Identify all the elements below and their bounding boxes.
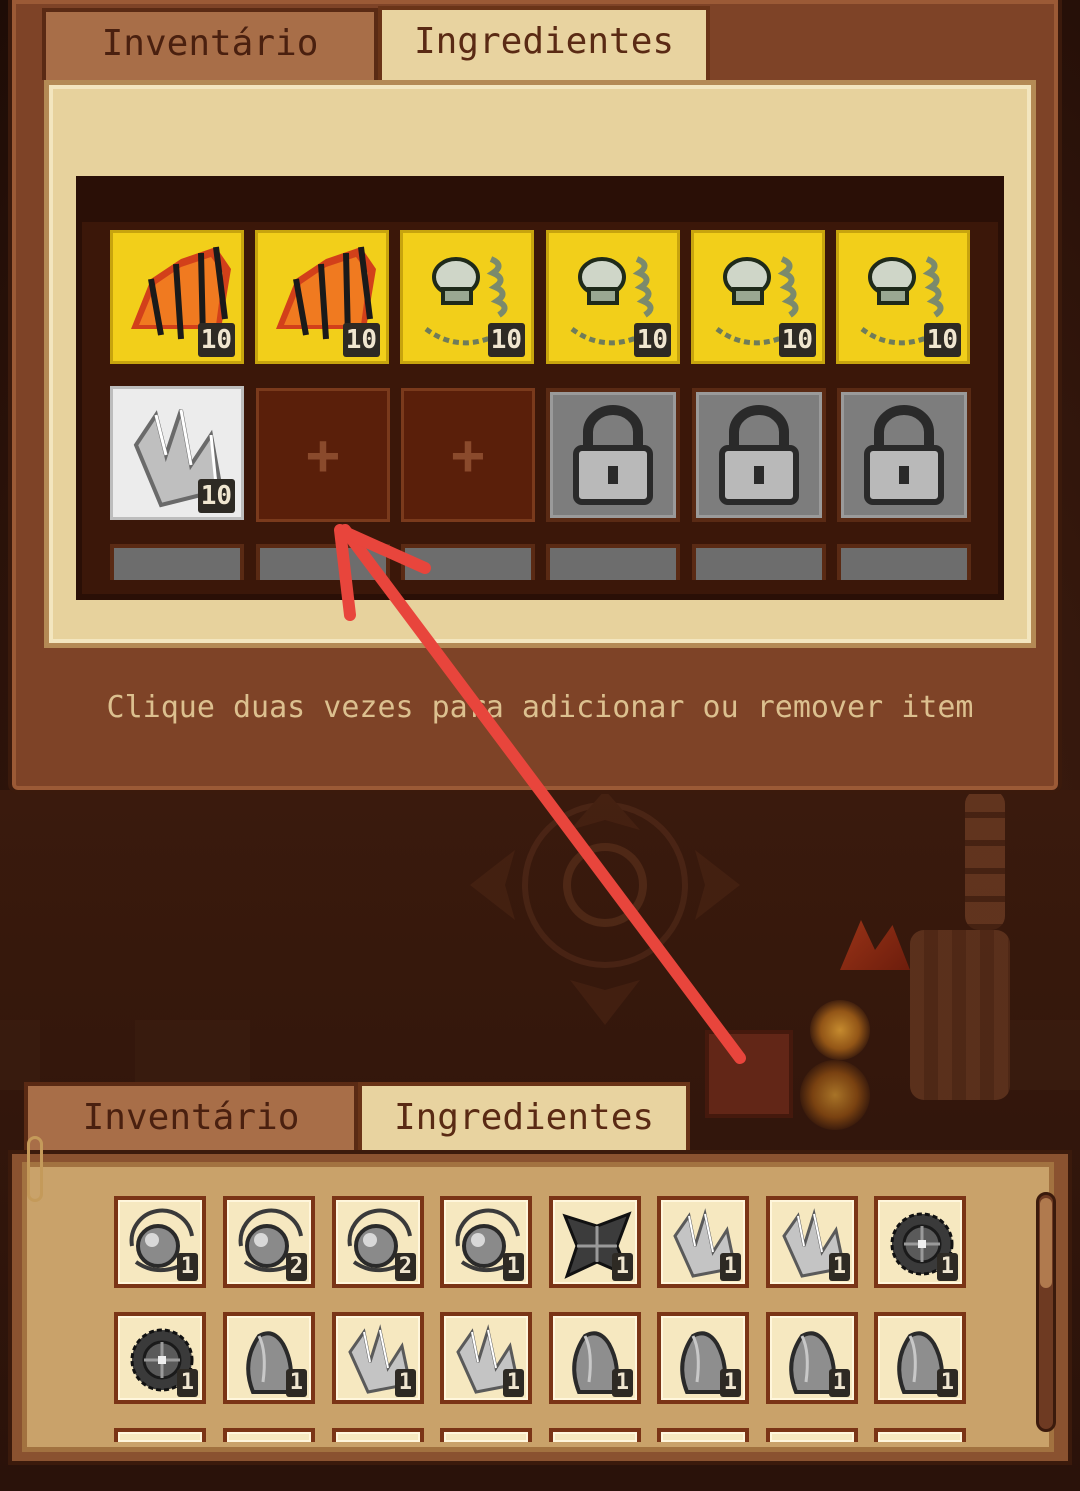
locked-ingredient-slot bbox=[837, 544, 971, 580]
crate-decoration bbox=[705, 1030, 793, 1118]
item-count: 10 bbox=[778, 323, 816, 357]
ingredient-slot[interactable]: 10 bbox=[110, 386, 244, 520]
wall-block-decoration bbox=[0, 1020, 40, 1090]
inventory-slot[interactable] bbox=[440, 1428, 532, 1442]
locked-ingredient-slot bbox=[692, 388, 826, 522]
item-count: 1 bbox=[828, 1253, 850, 1281]
inventory-slot[interactable]: 1 bbox=[440, 1312, 532, 1404]
locked-ingredient-slot bbox=[546, 388, 680, 522]
item-count: 1 bbox=[176, 1369, 198, 1397]
inventory-slot[interactable]: 1 bbox=[874, 1312, 966, 1404]
padlock-icon bbox=[573, 405, 653, 505]
inventory-slot[interactable]: 1 bbox=[549, 1196, 641, 1288]
locked-ingredient-slot bbox=[546, 544, 680, 580]
locked-ingredient-slot bbox=[837, 388, 971, 522]
locked-ingredient-slot bbox=[110, 544, 244, 580]
inventory-slot[interactable]: 2 bbox=[223, 1196, 315, 1288]
item-count: 1 bbox=[828, 1369, 850, 1397]
tab-ingredientes-bottom[interactable]: Ingredientes bbox=[358, 1082, 690, 1158]
item-count: 1 bbox=[285, 1369, 307, 1397]
item-count: 10 bbox=[342, 323, 380, 357]
locked-ingredient-slot bbox=[401, 544, 535, 580]
item-count: 1 bbox=[611, 1253, 633, 1281]
inventory-slot[interactable] bbox=[766, 1428, 858, 1442]
empty-ingredient-slot[interactable]: + bbox=[256, 388, 390, 522]
wall-block-decoration bbox=[1010, 1020, 1080, 1090]
inventory-slot[interactable]: 1 bbox=[874, 1196, 966, 1288]
item-count: 10 bbox=[487, 323, 525, 357]
item-count: 10 bbox=[923, 323, 961, 357]
ingredient-slot[interactable]: 10 bbox=[691, 230, 825, 364]
item-count: 10 bbox=[633, 323, 671, 357]
rune-circle-decoration bbox=[470, 790, 740, 1025]
inventory-slot[interactable] bbox=[657, 1428, 749, 1442]
inventory-slot[interactable]: 1 bbox=[223, 1312, 315, 1404]
inventory-slot[interactable]: 1 bbox=[114, 1312, 206, 1404]
locked-ingredient-slot bbox=[256, 544, 390, 580]
ingredient-slot[interactable]: 10 bbox=[110, 230, 244, 364]
item-count: 1 bbox=[719, 1369, 741, 1397]
item-count: 1 bbox=[611, 1369, 633, 1397]
inventory-slot[interactable]: 1 bbox=[114, 1196, 206, 1288]
item-count: 1 bbox=[502, 1253, 524, 1281]
ingredient-slot[interactable]: 10 bbox=[400, 230, 534, 364]
inventory-slot[interactable] bbox=[549, 1428, 641, 1442]
padlock-icon bbox=[864, 405, 944, 505]
inventory-slot[interactable]: 1 bbox=[766, 1196, 858, 1288]
tab-ingredientes-top[interactable]: Ingredientes bbox=[378, 6, 710, 82]
locked-ingredient-slot bbox=[692, 544, 826, 580]
lantern-glow-decoration-2 bbox=[800, 1060, 870, 1130]
inventory-slot[interactable] bbox=[223, 1428, 315, 1442]
scrollbar-thumb[interactable] bbox=[1040, 1198, 1052, 1288]
ingredient-slot[interactable]: 10 bbox=[546, 230, 680, 364]
ingredient-slot[interactable]: 10 bbox=[836, 230, 970, 364]
item-count: 1 bbox=[719, 1253, 741, 1281]
item-count: 10 bbox=[197, 479, 235, 513]
panel-clip-icon bbox=[27, 1136, 43, 1202]
add-icon: + bbox=[451, 422, 485, 488]
item-count: 2 bbox=[394, 1253, 416, 1281]
add-icon: + bbox=[306, 422, 340, 488]
lantern-glow-decoration bbox=[810, 1000, 870, 1060]
padlock-icon bbox=[719, 405, 799, 505]
inventory-slot[interactable]: 1 bbox=[440, 1196, 532, 1288]
inventory-slot[interactable]: 1 bbox=[549, 1312, 641, 1404]
empty-ingredient-slot[interactable]: + bbox=[401, 388, 535, 522]
inventory-slot[interactable]: 1 bbox=[657, 1196, 749, 1288]
item-count: 10 bbox=[197, 323, 235, 357]
item-count: 1 bbox=[936, 1369, 958, 1397]
inventory-slot[interactable] bbox=[332, 1428, 424, 1442]
inventory-slot[interactable]: 1 bbox=[766, 1312, 858, 1404]
wall-block-decoration bbox=[135, 1020, 250, 1090]
barrel-decoration bbox=[910, 930, 1010, 1100]
inventory-slot[interactable]: 1 bbox=[657, 1312, 749, 1404]
item-count: 1 bbox=[936, 1253, 958, 1281]
wooden-post-decoration bbox=[965, 790, 1005, 930]
item-count: 1 bbox=[502, 1369, 524, 1397]
inventory-slot[interactable] bbox=[114, 1428, 206, 1442]
inventory-slot[interactable]: 2 bbox=[332, 1196, 424, 1288]
instruction-text: Clique duas vezes para adicionar ou remo… bbox=[106, 690, 974, 725]
item-count: 1 bbox=[394, 1369, 416, 1397]
inventory-slot[interactable] bbox=[874, 1428, 966, 1442]
grid-header-strip bbox=[82, 182, 998, 222]
tab-inventario-top[interactable]: Inventário bbox=[42, 8, 378, 80]
item-count: 1 bbox=[176, 1253, 198, 1281]
item-count: 2 bbox=[285, 1253, 307, 1281]
tab-inventario-bottom[interactable]: Inventário bbox=[24, 1082, 358, 1154]
ingredient-slot[interactable]: 10 bbox=[255, 230, 389, 364]
inventory-slot[interactable]: 1 bbox=[332, 1312, 424, 1404]
